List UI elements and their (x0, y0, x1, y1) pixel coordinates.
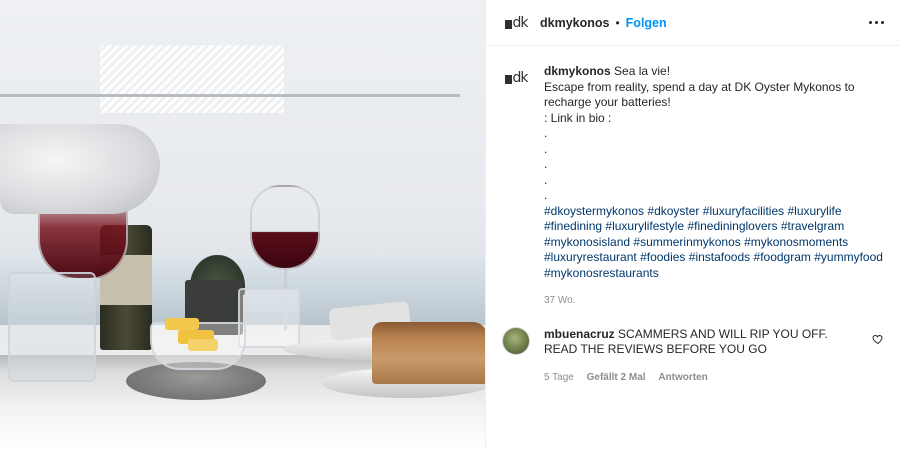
photo-tumbler (8, 272, 96, 382)
caption-avatar[interactable]: dk (502, 64, 530, 92)
hashtag-link[interactable]: #travelgram (781, 219, 844, 233)
account-avatar[interactable]: dk (502, 8, 530, 37)
dk-logo-icon: dk (504, 70, 529, 86)
comment-username[interactable]: mbuenacruz (544, 327, 615, 341)
hashtag-link[interactable]: #yummyfood (814, 250, 883, 264)
header-username[interactable]: dkmykonos (540, 16, 609, 30)
dk-logo-square (504, 19, 512, 29)
dk-logo-text: dk (512, 70, 529, 86)
dot (880, 21, 884, 24)
hashtag-link[interactable]: #mykonosrestaurants (544, 266, 659, 280)
comment-entry: mbuenacruz SCAMMERS AND WILL RIP YOU OFF… (502, 326, 884, 386)
comment-likes[interactable]: Gefällt 2 Mal (587, 372, 646, 383)
comment-text-block: mbuenacruz SCAMMERS AND WILL RIP YOU OFF… (544, 327, 884, 358)
hashtag-list: #dkoystermykonos #dkoyster #luxuryfacili… (544, 204, 884, 282)
hashtag-link[interactable]: #dkoyster (647, 204, 699, 218)
post-photo[interactable] (0, 0, 485, 450)
caption-entry: dk dkmykonos Sea la vie! Escape from rea… (502, 64, 884, 309)
comment-body: mbuenacruz SCAMMERS AND WILL RIP YOU OFF… (544, 327, 884, 386)
hashtag-link[interactable]: #summerinmykonos (633, 235, 740, 249)
dk-logo-text: dk (512, 14, 529, 31)
hashtag-link[interactable]: #instafoods (689, 250, 750, 264)
caption-first-line: dkmykonos Sea la vie! (544, 64, 884, 80)
caption-line: Escape from reality, spend a day at DK O… (544, 79, 855, 110)
dot (868, 21, 872, 24)
photo-butter (188, 339, 218, 351)
caption-meta: 37 Wo. (544, 293, 884, 309)
photo-shelf (0, 94, 460, 97)
post-side-panel: dk dkmykonos • Folgen dk dkmykonos Sea l… (485, 0, 900, 450)
caption-line: . (544, 141, 548, 156)
hashtag-link[interactable]: #foodies (640, 250, 685, 264)
photo-gloved-hand (0, 124, 160, 214)
more-dots (868, 21, 884, 24)
caption-username[interactable]: dkmykonos (544, 64, 611, 78)
hashtag-link[interactable]: #luxurylifestyle (605, 219, 684, 233)
hashtag-link[interactable]: #finediningl­overs (687, 219, 777, 233)
more-options-icon[interactable] (864, 11, 888, 35)
caption-line: . (544, 188, 548, 202)
caption-line: . (544, 172, 548, 187)
reply-button[interactable]: Antworten (658, 372, 707, 383)
photo-ice-block (100, 45, 284, 113)
caption-line: . (544, 157, 548, 171)
caption-line: : Link in bio : (544, 110, 612, 125)
photo-butter (165, 318, 199, 330)
comment-meta: 5 Tage Gefällt 2 Mal Antworten (544, 370, 884, 386)
comments-section: dk dkmykonos Sea la vie! Escape from rea… (486, 46, 900, 450)
photo-water-glass (238, 288, 300, 348)
dk-logo-square (504, 75, 512, 84)
dot (874, 21, 878, 24)
comment-avatar-col (502, 326, 544, 386)
header-separator: • (615, 15, 620, 30)
hashtag-link[interactable]: #luxuryfacilities (703, 204, 784, 218)
dk-logo-icon: dk (504, 14, 529, 31)
follow-button[interactable]: Folgen (626, 16, 667, 30)
hashtag-link[interactable]: #mykonosisland (544, 235, 630, 249)
post-header: dk dkmykonos • Folgen (486, 0, 900, 46)
hashtag-link[interactable]: #luxurylife (787, 204, 841, 218)
hashtag-link[interactable]: #foodgram (754, 250, 811, 264)
caption-timestamp[interactable]: 37 Wo. (544, 295, 576, 306)
hashtag-link[interactable]: #mykonosmoments (744, 235, 848, 249)
caption-avatar-col: dk (502, 64, 544, 309)
photo-wine-glass (250, 185, 320, 270)
hashtag-link[interactable]: #finedining (544, 219, 602, 233)
photo-bread (372, 322, 485, 384)
heart-outline-icon[interactable] (872, 333, 884, 345)
caption-line: . (544, 126, 548, 140)
comment-timestamp[interactable]: 5 Tage (544, 372, 574, 383)
hashtag-link[interactable]: #dkoystermykonos (544, 204, 644, 218)
caption-body: dkmykonos Sea la vie! Escape from realit… (544, 64, 884, 309)
instagram-post: dk dkmykonos • Folgen dk dkmykonos Sea l… (0, 0, 900, 450)
comment-user-avatar[interactable] (502, 326, 530, 355)
caption-line: Sea la vie! (614, 64, 671, 78)
hashtag-link[interactable]: #luxuryrestaurant (544, 250, 637, 264)
